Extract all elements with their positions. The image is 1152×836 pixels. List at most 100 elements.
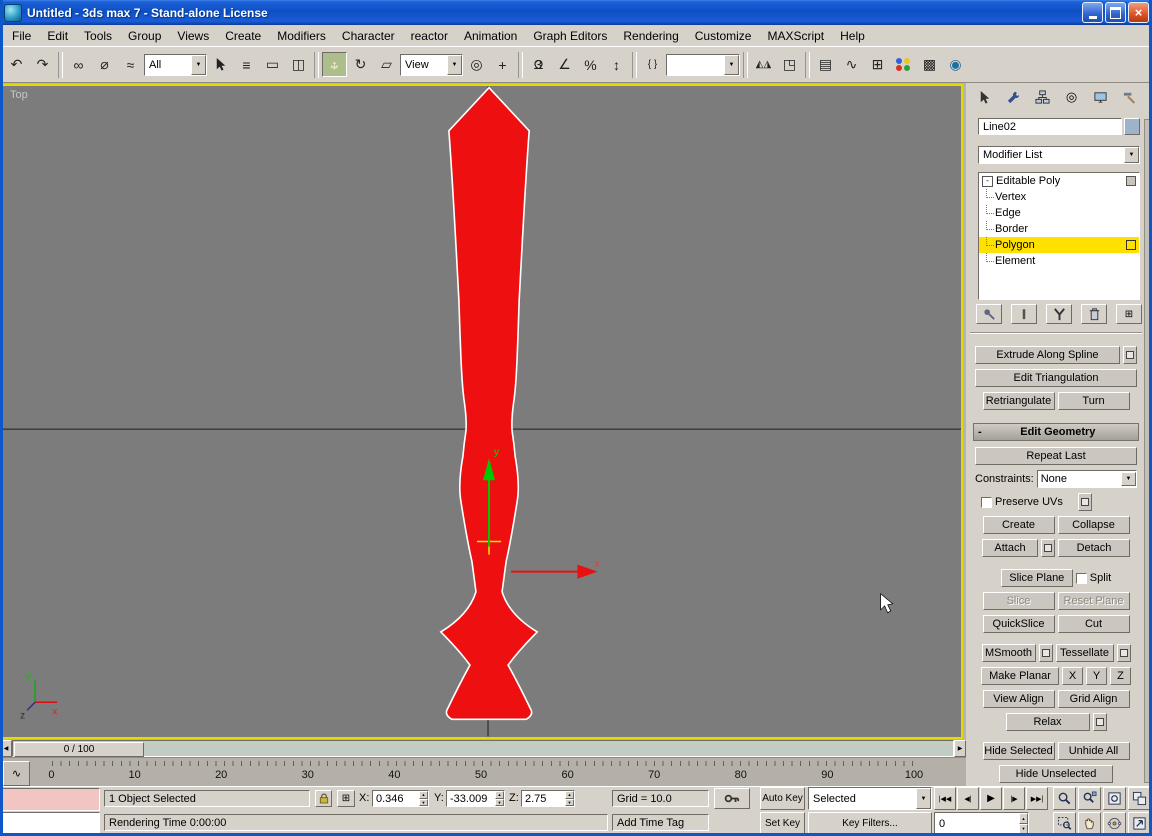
previous-frame-button[interactable]: ◀|	[957, 787, 979, 810]
msmooth-button[interactable]: MSmooth	[982, 644, 1036, 662]
y-spinner[interactable]: ▲▼	[495, 791, 504, 806]
current-frame-field[interactable]: 0 ▲▼	[934, 812, 1029, 835]
timeline-right-arrow[interactable]: ▶	[954, 740, 966, 757]
edit-geometry-rollout-header[interactable]: - Edit Geometry	[973, 423, 1139, 441]
stack-item-polygon[interactable]: Polygon	[979, 237, 1139, 253]
planar-x-button[interactable]: X	[1062, 667, 1083, 685]
minimize-button[interactable]	[1082, 2, 1103, 23]
menu-item-create[interactable]: Create	[217, 27, 269, 45]
select-object-icon[interactable]	[208, 52, 233, 77]
timeline-left-arrow[interactable]: ◀	[0, 740, 12, 757]
menu-item-tools[interactable]: Tools	[76, 27, 120, 45]
track-bar-ruler[interactable]: 0 10 20 30 40 50 60 70 80 90 100	[48, 760, 914, 786]
create-button[interactable]: Create	[983, 516, 1055, 534]
make-unique-icon[interactable]	[1046, 304, 1072, 324]
curve-editor-icon[interactable]: ∿	[839, 52, 864, 77]
object-color-swatch[interactable]	[1124, 118, 1140, 135]
cut-button[interactable]: Cut	[1058, 615, 1130, 633]
constraints-dropdown[interactable]: None ▼	[1037, 470, 1137, 488]
set-key-mode-button[interactable]	[714, 788, 750, 809]
pin-stack-icon[interactable]	[976, 304, 1002, 324]
dropdown-arrow-icon[interactable]: ▼	[1121, 472, 1136, 486]
select-by-name-icon[interactable]: ≡	[234, 52, 259, 77]
edit-named-selection-sets-icon[interactable]: { }	[640, 52, 665, 77]
menu-item-maxscript[interactable]: MAXScript	[759, 27, 832, 45]
snap-toggle-3d-icon[interactable]: Ω 3	[526, 52, 551, 77]
detach-button[interactable]: Detach	[1058, 539, 1130, 557]
spinner-up-icon[interactable]: ▲	[495, 791, 504, 799]
collapse-button[interactable]: Collapse	[1058, 516, 1130, 534]
zoom-region-button[interactable]	[1053, 812, 1076, 835]
menu-item-rendering[interactable]: Rendering	[615, 27, 686, 45]
arc-rotate-button[interactable]	[1103, 812, 1126, 835]
set-key-button[interactable]: Set Key	[760, 812, 805, 835]
key-filters-button[interactable]: Key Filters...	[808, 812, 932, 835]
planar-y-button[interactable]: Y	[1086, 667, 1107, 685]
dropdown-arrow-icon[interactable]: ▼	[191, 55, 206, 75]
menu-item-customize[interactable]: Customize	[687, 27, 760, 45]
selection-lock-button[interactable]	[315, 790, 332, 807]
msmooth-settings-button[interactable]	[1039, 644, 1053, 662]
align-icon[interactable]: ◳	[777, 52, 802, 77]
menu-item-views[interactable]: Views	[169, 27, 217, 45]
view-align-button[interactable]: View Align	[983, 690, 1055, 708]
reset-plane-button[interactable]: Reset Plane	[1058, 592, 1130, 610]
tessellate-button[interactable]: Tessellate	[1056, 644, 1114, 662]
zoom-all-button[interactable]	[1078, 787, 1101, 810]
zoom-extents-button[interactable]	[1103, 787, 1126, 810]
maxscript-mini-listener-white[interactable]	[0, 812, 100, 835]
quickslice-button[interactable]: QuickSlice	[983, 615, 1055, 633]
tab-hierarchy-icon[interactable]	[1030, 86, 1054, 108]
relax-settings-button[interactable]	[1093, 713, 1107, 731]
attach-button[interactable]: Attach	[982, 539, 1038, 557]
slice-button[interactable]: Slice	[983, 592, 1055, 610]
window-crossing-icon[interactable]: ◫	[286, 52, 311, 77]
spinner-up-icon[interactable]: ▲	[565, 791, 574, 799]
slice-plane-button[interactable]: Slice Plane	[1001, 569, 1073, 587]
preserve-uvs-checkbox[interactable]	[981, 497, 992, 508]
turn-button[interactable]: Turn	[1058, 392, 1130, 410]
subobject-active-icon[interactable]	[1126, 240, 1136, 250]
angle-snap-icon[interactable]: ∠	[552, 52, 577, 77]
menu-item-character[interactable]: Character	[334, 27, 403, 45]
edit-triangulation-button[interactable]: Edit Triangulation	[975, 369, 1137, 387]
preserve-uvs-settings-button[interactable]	[1078, 493, 1092, 511]
spinner-down-icon[interactable]: ▼	[565, 799, 574, 807]
z-coordinate-field[interactable]: 2.75 ▲▼	[521, 790, 575, 807]
tab-modify-icon[interactable]	[1001, 86, 1025, 108]
schematic-view-icon[interactable]: ⊞	[865, 52, 890, 77]
spinner-up-icon[interactable]: ▲	[1019, 813, 1028, 824]
reference-coordinate-dropdown[interactable]: View ▼	[400, 54, 463, 76]
bind-to-spacewarp-icon[interactable]: ≈	[118, 52, 143, 77]
add-time-tag-field[interactable]: Add Time Tag	[612, 814, 709, 831]
percent-snap-icon[interactable]: %	[578, 52, 603, 77]
auto-key-button[interactable]: Auto Key	[760, 787, 805, 810]
spinner-down-icon[interactable]: ▼	[419, 799, 428, 807]
min-max-toggle-button[interactable]	[1128, 812, 1151, 835]
quick-render-icon[interactable]: ◉	[943, 52, 968, 77]
x-spinner[interactable]: ▲▼	[419, 791, 428, 806]
split-checkbox[interactable]	[1076, 573, 1087, 584]
undo-icon[interactable]: ↶	[4, 52, 29, 77]
dropdown-arrow-icon[interactable]: ▼	[724, 55, 739, 75]
stack-item-element[interactable]: Element	[979, 253, 1139, 269]
redo-icon[interactable]: ↷	[30, 52, 55, 77]
dropdown-arrow-icon[interactable]: ▼	[1124, 147, 1139, 163]
repeat-last-button[interactable]: Repeat Last	[975, 447, 1137, 465]
zoom-button[interactable]	[1053, 787, 1076, 810]
tab-create-icon[interactable]	[972, 86, 996, 108]
retriangulate-button[interactable]: Retriangulate	[983, 392, 1055, 410]
tab-display-icon[interactable]	[1089, 86, 1113, 108]
mirror-icon[interactable]: ◭◮	[751, 52, 776, 77]
go-to-end-button[interactable]: ▶▶|	[1026, 787, 1048, 810]
key-mode-dropdown[interactable]: Selected ▼	[808, 787, 932, 810]
make-planar-button[interactable]: Make Planar	[981, 667, 1059, 685]
menu-item-animation[interactable]: Animation	[456, 27, 525, 45]
time-slider-track[interactable]: 0 / 100	[12, 740, 954, 757]
configure-modifier-sets-icon[interactable]: ⊞	[1116, 304, 1142, 324]
x-coordinate-field[interactable]: 0.346 ▲▼	[372, 790, 429, 807]
dropdown-arrow-icon[interactable]: ▼	[916, 788, 931, 809]
z-spinner[interactable]: ▲▼	[565, 791, 574, 806]
menu-item-help[interactable]: Help	[832, 27, 873, 45]
top-viewport[interactable]: y x y x z Top	[1, 84, 963, 739]
